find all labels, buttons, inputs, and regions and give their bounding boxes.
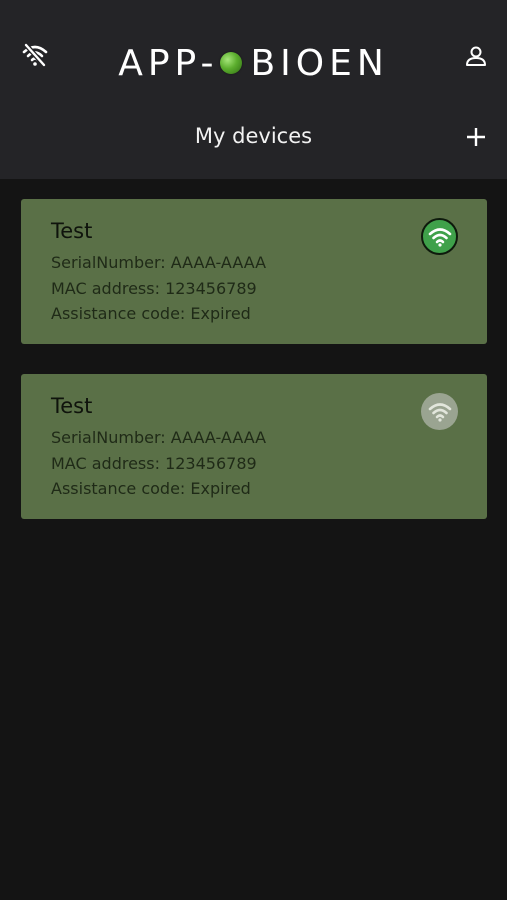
logo-text-left: APP- — [118, 42, 219, 84]
app-logo: APP- BIOEN — [0, 40, 507, 86]
profile-button[interactable] — [461, 43, 491, 73]
wifi-online-icon — [421, 218, 458, 255]
device-assistance-code: Assistance code: Expired — [51, 304, 251, 323]
device-name: Test — [51, 219, 93, 243]
device-mac: MAC address: 123456789 — [51, 454, 257, 473]
wifi-offline-icon — [421, 393, 458, 430]
device-mac: MAC address: 123456789 — [51, 279, 257, 298]
plus-icon — [466, 127, 486, 151]
logo-text-right: BIOEN — [250, 42, 389, 84]
device-serial: SerialNumber: AAAA-AAAA — [51, 428, 267, 447]
logo-dot-icon — [220, 52, 243, 74]
page-title: My devices — [194, 124, 313, 148]
app-root: APP- BIOEN My devices Test SerialNumber:… — [0, 0, 507, 900]
device-serial: SerialNumber: AAAA-AAAA — [51, 253, 267, 272]
user-icon — [465, 45, 487, 71]
device-assistance-code: Assistance code: Expired — [51, 479, 251, 498]
add-device-button[interactable] — [461, 124, 491, 154]
header: APP- BIOEN My devices — [0, 0, 507, 179]
device-card[interactable]: Test SerialNumber: AAAA-AAAA MAC address… — [21, 199, 487, 344]
device-card[interactable]: Test SerialNumber: AAAA-AAAA MAC address… — [21, 374, 487, 519]
device-name: Test — [51, 394, 93, 418]
